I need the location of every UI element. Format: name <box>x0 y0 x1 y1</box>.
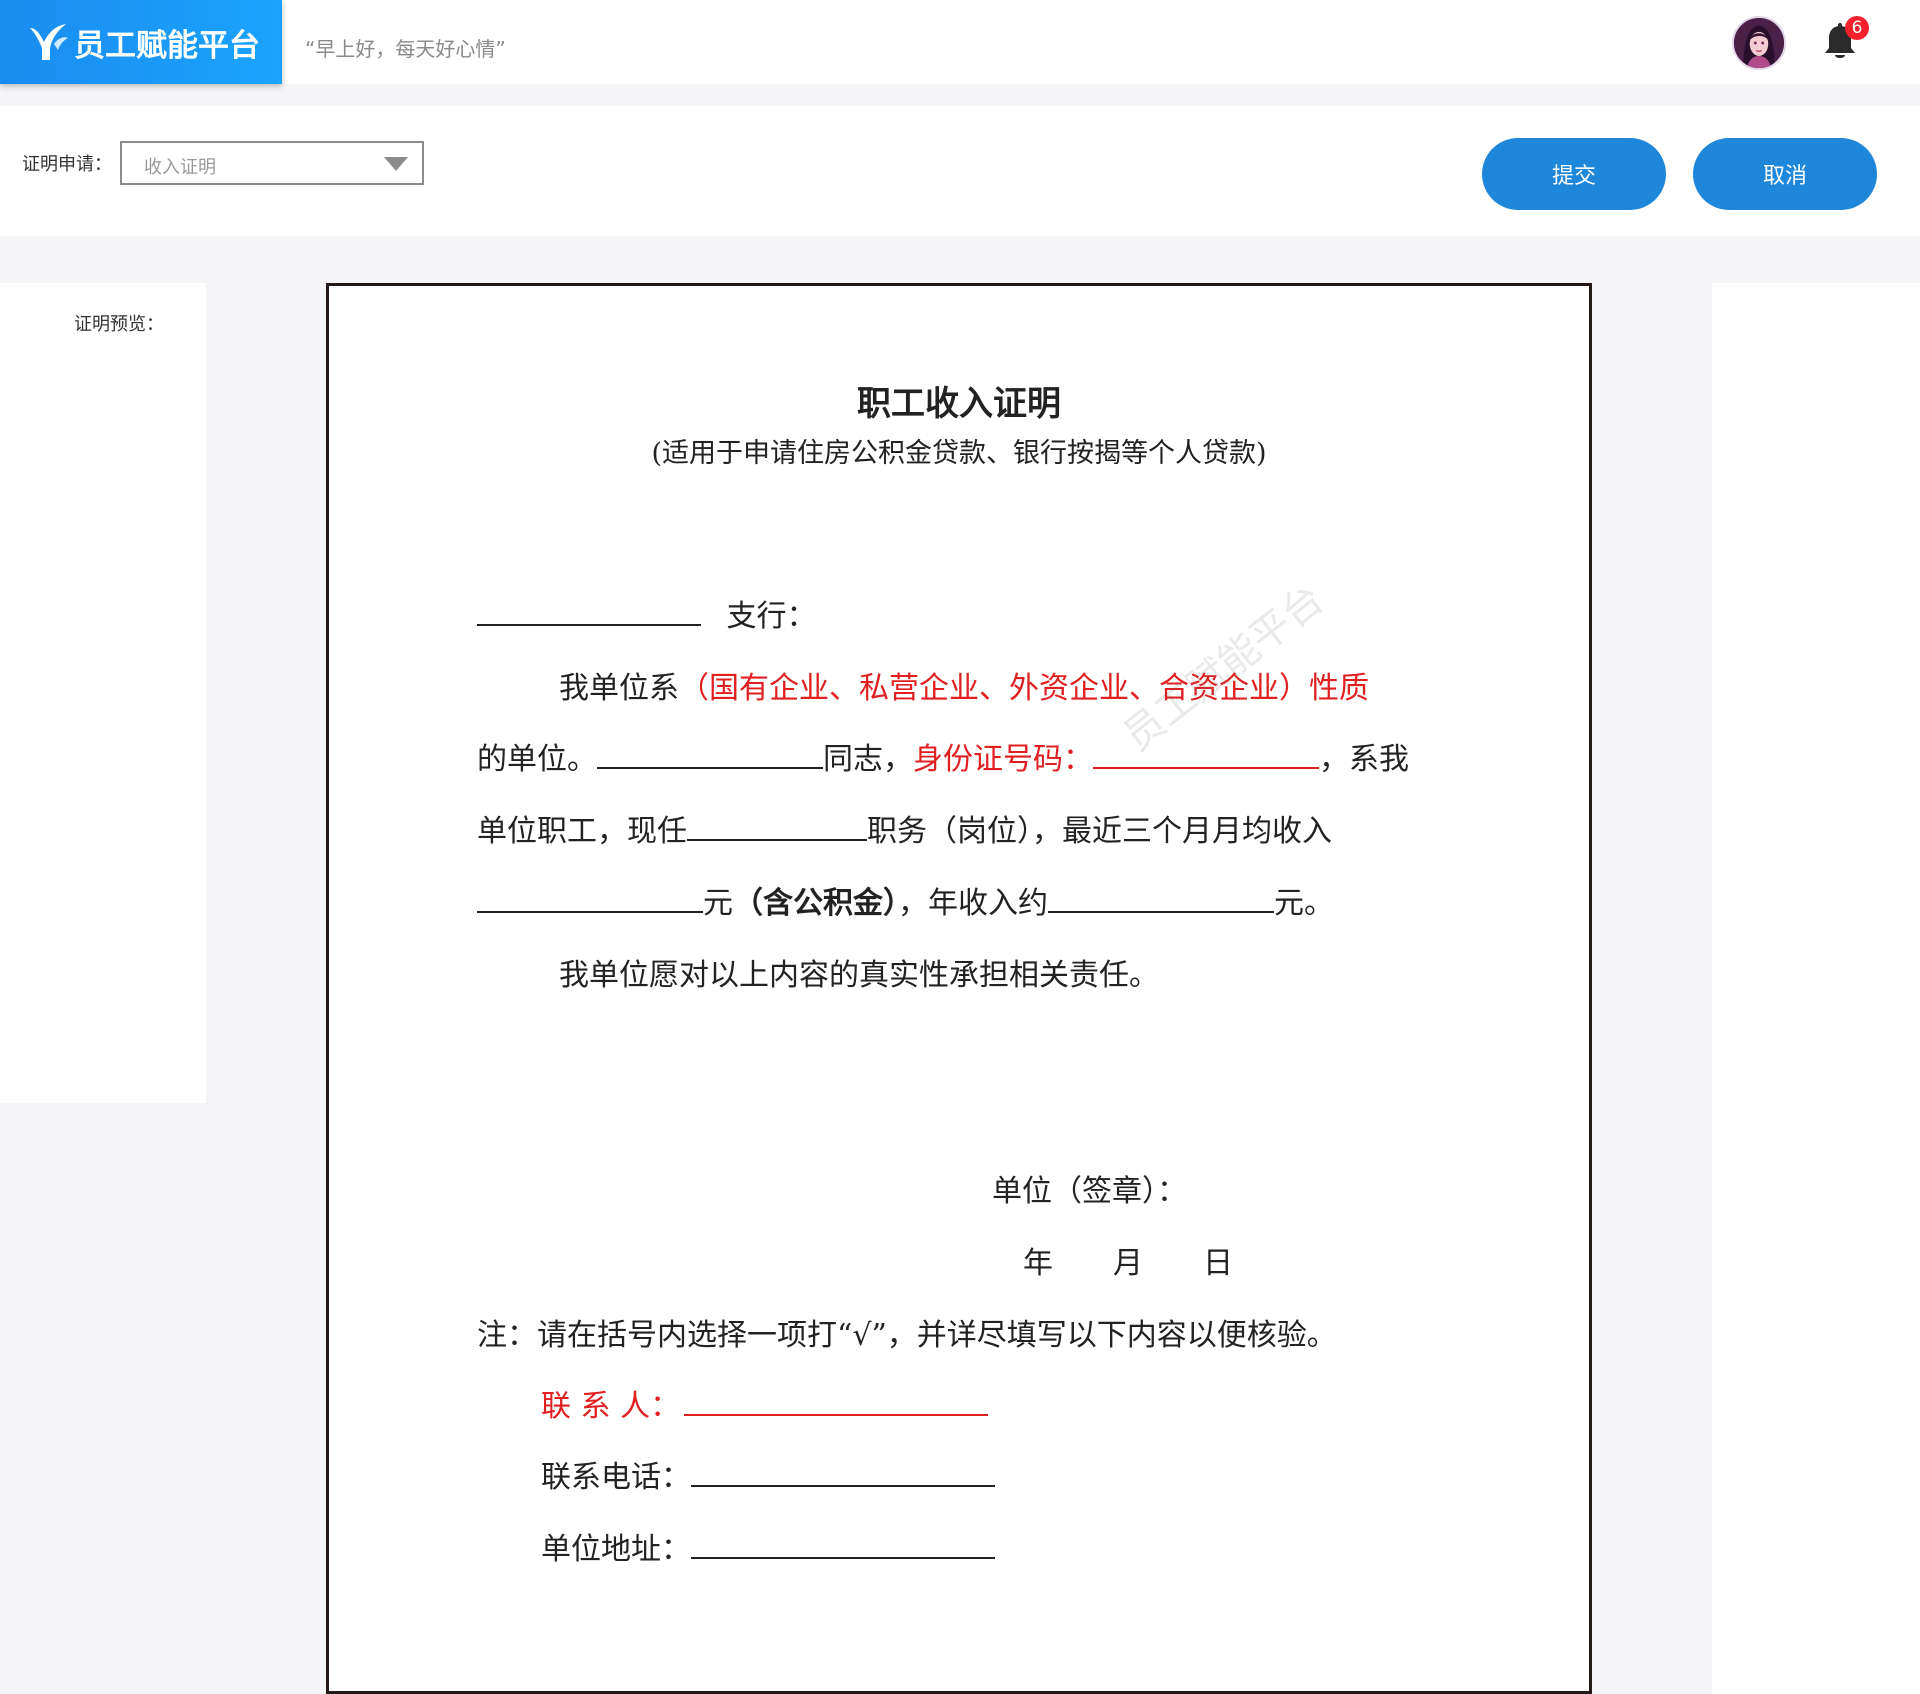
cancel-button[interactable]: 取消 <box>1693 138 1877 210</box>
avatar[interactable] <box>1732 16 1786 70</box>
note-line: 注：请在括号内选择一项打“√”，并详尽填写以下内容以便核验。 <box>477 1318 1337 1353</box>
preview-label: 证明预览： <box>74 314 164 335</box>
name-blank <box>597 745 823 769</box>
app-logo[interactable]: 员工赋能平台 <box>0 0 282 84</box>
p1-start: 我单位系 <box>559 671 679 706</box>
cert-type-select[interactable]: 收入证明 <box>120 141 424 185</box>
branch-line: 支行： <box>477 591 817 635</box>
doc-title: 职工收入证明 <box>857 384 1061 424</box>
p2-comrade: 同志， <box>823 742 913 777</box>
address-line: 单位地址： <box>541 1524 995 1568</box>
id-label: 身份证号码： <box>913 742 1093 777</box>
submit-button[interactable]: 提交 <box>1482 138 1666 210</box>
p4-mid: ，年收入约 <box>898 886 1048 921</box>
position-blank <box>687 817 867 841</box>
chevron-down-icon <box>384 157 408 171</box>
paragraph-4: 元（含公积金），年收入约 元。 <box>477 878 1334 922</box>
app-name: 员工赋能平台 <box>74 27 260 64</box>
annual-income-blank <box>1048 889 1274 913</box>
preview-label-panel: 证明预览： <box>0 283 206 1103</box>
contact-line: 联 系 人： <box>541 1381 989 1425</box>
cert-toolbar: 证明申请： 收入证明 提交 取消 <box>0 106 1920 236</box>
branch-suffix: 支行： <box>726 599 817 634</box>
p1-options: （国有企业、私营企业、外资企业、合资企业）性质 <box>679 671 1369 706</box>
cert-type-label: 证明申请： <box>22 154 112 175</box>
p3-mid: 职务（岗位），最近三个月月均收入 <box>867 814 1332 849</box>
p2-end: ，系我 <box>1319 742 1409 777</box>
doc-subtitle: (适用于申请住房公积金贷款、银行按揭等个人贷款) <box>651 438 1267 469</box>
p4-end: 元。 <box>1274 886 1334 921</box>
contact-label: 联 系 人： <box>541 1389 681 1424</box>
p4-yuan: 元 <box>703 886 733 921</box>
cert-type-value: 收入证明 <box>144 157 216 178</box>
paragraph-3: 单位职工，现任 职务（岗位），最近三个月月均收入 <box>477 806 1332 850</box>
top-header: 员工赋能平台 “早上好，每天好心情” 6 <box>0 0 1920 84</box>
branch-blank <box>477 602 701 626</box>
greeting-text: “早上好，每天好心情” <box>305 37 506 61</box>
certificate-document: 职工收入证明 (适用于申请住房公积金贷款、银行按揭等个人贷款) 支行： 我单位系… <box>326 283 1592 1694</box>
address-blank <box>691 1535 995 1559</box>
paragraph-5: 我单位愿对以上内容的真实性承担相关责任。 <box>559 958 1159 993</box>
date-line: 年 月 日 <box>1023 1246 1233 1281</box>
contact-blank <box>684 1392 989 1416</box>
notification-badge: 6 <box>1845 16 1869 40</box>
phone-label: 联系电话： <box>541 1460 691 1495</box>
p4-bold: （含公积金） <box>733 886 898 921</box>
seal-line: 单位（签章）： <box>992 1174 1187 1209</box>
p2-start: 的单位。 <box>477 742 597 777</box>
phone-blank <box>691 1463 995 1487</box>
avatar-image <box>1734 18 1784 68</box>
address-label: 单位地址： <box>541 1532 691 1567</box>
phone-line: 联系电话： <box>541 1452 995 1496</box>
logo-icon <box>30 24 68 60</box>
paragraph-2: 的单位。 同志，身份证号码： ，系我 <box>477 734 1409 778</box>
preview-right-panel <box>1712 283 1920 1694</box>
monthly-income-blank <box>477 889 703 913</box>
p3-start: 单位职工，现任 <box>477 814 687 849</box>
id-blank <box>1093 745 1319 769</box>
